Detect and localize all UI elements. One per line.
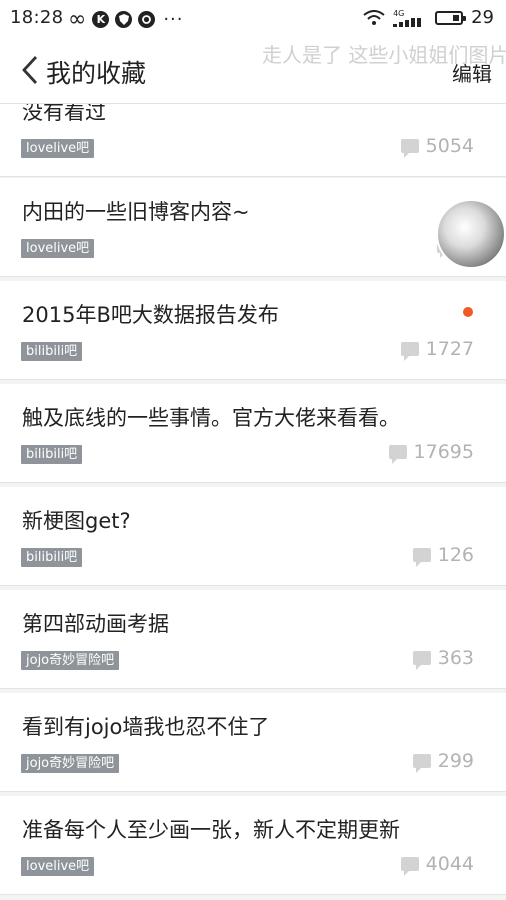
post-title: 新梗图get? bbox=[22, 509, 131, 533]
wifi-icon bbox=[363, 9, 385, 25]
reply-count-value: 1727 bbox=[425, 338, 474, 360]
list-item[interactable]: 新梗图get? bilibili吧 126 bbox=[0, 487, 506, 586]
post-title: 第四部动画考据 bbox=[22, 612, 169, 636]
reply-count: 5054 bbox=[400, 135, 474, 158]
network-type-label: 4G bbox=[393, 8, 405, 18]
forum-tag[interactable]: bilibili吧 bbox=[21, 548, 83, 567]
forum-tag[interactable]: bilibili吧 bbox=[21, 445, 83, 464]
list-item[interactable]: 第四部动画考据 jojo奇妙冒险吧 363 bbox=[0, 590, 506, 689]
reply-count: 363 bbox=[412, 647, 474, 670]
reply-count-value: 4044 bbox=[425, 853, 474, 875]
system-icons: 4G 29 bbox=[363, 7, 494, 28]
list-item[interactable]: 内田的一些旧博客内容~ lovelive吧 2 bbox=[0, 178, 506, 277]
reply-count: 1727 bbox=[400, 338, 474, 361]
comment-icon bbox=[400, 342, 419, 361]
post-title: 没有看过 bbox=[22, 104, 106, 124]
reply-count: 126 bbox=[412, 544, 474, 567]
favorites-list: 没有看过 lovelive吧 5054 内田的一些旧博客内容~ lovelive… bbox=[0, 104, 506, 900]
forum-tag[interactable]: lovelive吧 bbox=[21, 857, 95, 876]
forum-tag[interactable]: lovelive吧 bbox=[21, 239, 95, 258]
list-item[interactable]: 没有看过 lovelive吧 5054 bbox=[0, 104, 506, 177]
signal-icon: 4G bbox=[393, 9, 427, 27]
comment-icon bbox=[412, 548, 431, 567]
reply-count-value: 126 bbox=[437, 544, 474, 566]
post-title: 准备每个人至少画一张，新人不定期更新 bbox=[22, 818, 400, 842]
more-notifications-icon: ··· bbox=[163, 9, 184, 30]
battery-level: 29 bbox=[471, 7, 494, 28]
reply-count-value: 363 bbox=[437, 647, 474, 669]
list-item[interactable]: 2015年B吧大数据报告发布 bilibili吧 1727 bbox=[0, 281, 506, 380]
reply-count: 299 bbox=[412, 750, 474, 773]
comment-icon bbox=[400, 139, 419, 158]
comment-icon bbox=[412, 754, 431, 773]
post-title: 看到有jojo墙我也忍不住了 bbox=[22, 715, 270, 739]
sync-icon bbox=[138, 11, 156, 28]
reply-count-value: 17695 bbox=[413, 441, 474, 463]
infinity-icon: ∞ bbox=[68, 6, 87, 32]
back-arrow-icon[interactable] bbox=[16, 52, 46, 88]
comment-icon bbox=[388, 445, 407, 464]
reply-count: 4044 bbox=[400, 853, 474, 876]
comment-icon bbox=[400, 857, 419, 876]
forum-tag[interactable]: bilibili吧 bbox=[21, 342, 83, 361]
forum-tag[interactable]: lovelive吧 bbox=[21, 139, 95, 158]
signal-bars-icon bbox=[393, 17, 422, 27]
unread-dot bbox=[463, 307, 473, 317]
list-item[interactable]: 准备每个人至少画一张，新人不定期更新 lovelive吧 4044 bbox=[0, 796, 506, 895]
notification-icons: ∞ K ··· bbox=[68, 6, 184, 32]
list-item[interactable]: 触及底线的一些事情。官方大佬来看看。 bilibili吧 17695 bbox=[0, 384, 506, 483]
navigation-header: 走人是了 这些小姐姐们图片备 我的收藏 编辑 bbox=[0, 36, 506, 104]
reply-count: 17695 bbox=[388, 441, 474, 464]
shield-icon bbox=[115, 11, 133, 28]
post-title: 内田的一些旧博客内容~ bbox=[22, 200, 250, 224]
battery-icon bbox=[435, 10, 467, 25]
page-title: 我的收藏 bbox=[46, 59, 147, 88]
reply-count-value: 299 bbox=[437, 750, 474, 772]
clock: 18:28 bbox=[10, 7, 64, 28]
post-title: 2015年B吧大数据报告发布 bbox=[22, 303, 279, 327]
reply-count-value: 5054 bbox=[425, 135, 474, 157]
forum-tag[interactable]: jojo奇妙冒险吧 bbox=[21, 651, 120, 670]
floating-avatar[interactable] bbox=[436, 199, 506, 269]
status-bar: 18:28 ∞ K ··· 4G 29 bbox=[0, 0, 506, 36]
comment-icon bbox=[412, 651, 431, 670]
k-app-icon: K bbox=[92, 11, 110, 28]
forum-tag[interactable]: jojo奇妙冒险吧 bbox=[21, 754, 120, 773]
edit-button[interactable]: 编辑 bbox=[452, 58, 492, 87]
list-item[interactable]: 看到有jojo墙我也忍不住了 jojo奇妙冒险吧 299 bbox=[0, 693, 506, 792]
post-title: 触及底线的一些事情。官方大佬来看看。 bbox=[22, 406, 400, 430]
